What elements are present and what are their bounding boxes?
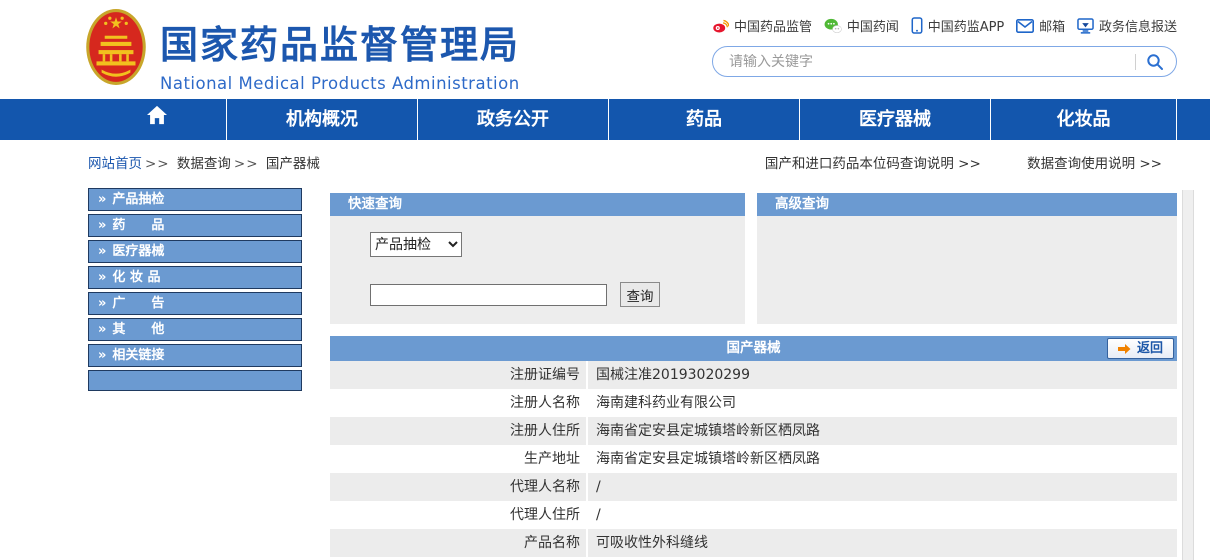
quick-link-label: 邮箱 <box>1039 16 1065 35</box>
table-row: 注册人住所 海南省定安县定城镇塔岭新区栖凤路 <box>330 417 1177 445</box>
link-nmpa-app[interactable]: 中国药监APP <box>911 16 1005 35</box>
double-arrow-icon: » <box>98 348 106 363</box>
sidebar-item-label: 其 他 <box>112 322 164 337</box>
sidebar-item-product-sampling[interactable]: » 产品抽检 <box>88 188 302 211</box>
back-button[interactable]: 返回 <box>1107 338 1174 359</box>
breadcrumb-current-page: 国产器械 <box>266 156 320 172</box>
home-icon <box>146 99 168 140</box>
weibo-icon <box>712 17 729 34</box>
site-title-cn: 国家药品监督管理局 <box>160 14 520 69</box>
site-title-block: 国家药品监督管理局 National Medical Products Admi… <box>160 14 520 93</box>
mail-icon <box>1016 19 1034 33</box>
sidebar-item-other[interactable]: » 其 他 <box>88 318 302 341</box>
wechat-icon <box>824 18 842 34</box>
table-row: 代理人名称 / <box>330 473 1177 501</box>
breadcrumb-separator: >> <box>145 156 170 172</box>
sidebar-item-label: 化 妆 品 <box>112 270 160 285</box>
sidebar-item-medical-devices[interactable]: » 医疗器械 <box>88 240 302 263</box>
link-china-drug-regulation[interactable]: 中国药品监管 <box>712 16 812 35</box>
nav-home[interactable] <box>88 99 227 140</box>
quick-query-title: 快速查询 <box>330 193 745 216</box>
search-divider <box>1135 54 1136 70</box>
double-arrow-icon: » <box>98 218 106 233</box>
table-row: 注册证编号 国械注准20193020299 <box>330 361 1177 389</box>
sidebar-item-label: 药 品 <box>112 218 164 233</box>
back-button-label: 返回 <box>1137 336 1163 361</box>
sidebar-item-label: 相关链接 <box>112 348 164 363</box>
sidebar-item-cosmetics[interactable]: » 化 妆 品 <box>88 266 302 289</box>
row-value: 可吸收性外科缝线 <box>588 529 708 557</box>
row-label: 注册人名称 <box>330 389 588 417</box>
double-arrow-icon: » <box>98 296 106 311</box>
sidebar-item-related-links[interactable]: » 相关链接 <box>88 344 302 367</box>
page: 国家药品监督管理局 National Medical Products Admi… <box>0 0 1210 560</box>
header-search-box <box>712 46 1177 77</box>
nav-item-medical-devices[interactable]: 医疗器械 <box>800 99 991 140</box>
query-button[interactable]: 查询 <box>620 282 660 307</box>
breadcrumb: 网站首页>> 数据查询>> 国产器械 <box>88 140 320 188</box>
nav-item-gov-affairs[interactable]: 政务公开 <box>418 99 609 140</box>
breadcrumb-data-query[interactable]: 数据查询 <box>177 156 231 172</box>
sidebar-item-label: 广 告 <box>112 296 164 311</box>
arrow-right-icon <box>1118 343 1131 355</box>
table-row: 产品名称 可吸收性外科缝线 <box>330 529 1177 557</box>
row-value: 海南建科药业有限公司 <box>588 389 736 417</box>
table-row: 注册人名称 海南建科药业有限公司 <box>330 389 1177 417</box>
national-emblem-logo <box>85 8 147 86</box>
nav-item-cosmetics[interactable]: 化妆品 <box>991 99 1177 140</box>
quick-link-label: 中国药监APP <box>928 16 1005 35</box>
monitor-icon <box>1077 18 1094 34</box>
phone-icon <box>911 17 923 34</box>
breadcrumb-right-links: 国产和进口药品本位码查询说明 >> 数据查询使用说明 >> <box>723 140 1162 188</box>
row-label: 注册证编号 <box>330 361 588 389</box>
row-value: 海南省定安县定城镇塔岭新区栖凤路 <box>588 417 820 445</box>
sidebar-item-label: 医疗器械 <box>112 244 164 259</box>
double-arrow-icon: » <box>98 322 106 337</box>
row-label: 生产地址 <box>330 445 588 473</box>
link-gov-info-report[interactable]: 政务信息报送 <box>1077 16 1177 35</box>
table-row: 代理人住所 / <box>330 501 1177 529</box>
row-value: 国械注准20193020299 <box>588 361 750 389</box>
row-label: 代理人名称 <box>330 473 588 501</box>
main-nav: 机构概况 政务公开 药品 医疗器械 化妆品 <box>0 99 1210 140</box>
row-value: 海南省定安县定城镇塔岭新区栖凤路 <box>588 445 820 473</box>
site-title-en: National Medical Products Administration <box>160 74 520 93</box>
query-type-select[interactable]: 产品抽检 <box>370 232 462 257</box>
link-china-pharma-news[interactable]: 中国药闻 <box>824 16 899 35</box>
sidebar-filler <box>88 370 302 391</box>
row-value: / <box>588 501 601 529</box>
nav-item-org-overview[interactable]: 机构概况 <box>227 99 418 140</box>
quick-link-label: 中国药闻 <box>847 16 899 35</box>
results-table: 国产器械 返回 注册证编号 国械注准20193020299 注册人名称 海南建科… <box>330 336 1177 557</box>
row-value: / <box>588 473 601 501</box>
quick-link-label: 中国药品监管 <box>734 16 812 35</box>
row-label: 注册人住所 <box>330 417 588 445</box>
link-barcode-query-help[interactable]: 国产和进口药品本位码查询说明 >> <box>765 156 981 172</box>
quick-link-label: 政务信息报送 <box>1099 16 1177 35</box>
sidebar-item-drugs[interactable]: » 药 品 <box>88 214 302 237</box>
row-label: 产品名称 <box>330 529 588 557</box>
results-title: 国产器械 <box>727 340 781 356</box>
quick-query-panel: 快速查询 产品抽检 查询 <box>330 193 745 324</box>
row-label: 代理人住所 <box>330 501 588 529</box>
link-data-query-help[interactable]: 数据查询使用说明 >> <box>1027 156 1162 172</box>
header-quick-links: 中国药品监管 中国药闻 中国药监APP 邮箱 政务信息报送 <box>712 16 1177 35</box>
search-icon[interactable] <box>1146 53 1164 71</box>
nav-item-drugs[interactable]: 药品 <box>609 99 800 140</box>
advanced-query-panel: 高级查询 <box>757 193 1177 324</box>
breadcrumb-home-link[interactable]: 网站首页 <box>88 156 142 172</box>
breadcrumb-separator: >> <box>234 156 259 172</box>
sidebar-item-label: 产品抽检 <box>112 192 164 207</box>
inner-scrollbar[interactable] <box>1182 190 1194 560</box>
link-mailbox[interactable]: 邮箱 <box>1016 16 1065 35</box>
table-row: 生产地址 海南省定安县定城镇塔岭新区栖凤路 <box>330 445 1177 473</box>
advanced-query-title: 高级查询 <box>757 193 1177 216</box>
sidebar: » 产品抽检 » 药 品 » 医疗器械 » 化 妆 品 » 广 告 » 其 他 » 相关链接 <box>88 188 302 394</box>
sidebar-item-advertising[interactable]: » 广 告 <box>88 292 302 315</box>
double-arrow-icon: » <box>98 270 106 285</box>
double-arrow-icon: » <box>98 244 106 259</box>
double-arrow-icon: » <box>98 192 106 207</box>
quick-query-input[interactable] <box>370 284 607 306</box>
header-search-input[interactable] <box>729 54 1135 70</box>
